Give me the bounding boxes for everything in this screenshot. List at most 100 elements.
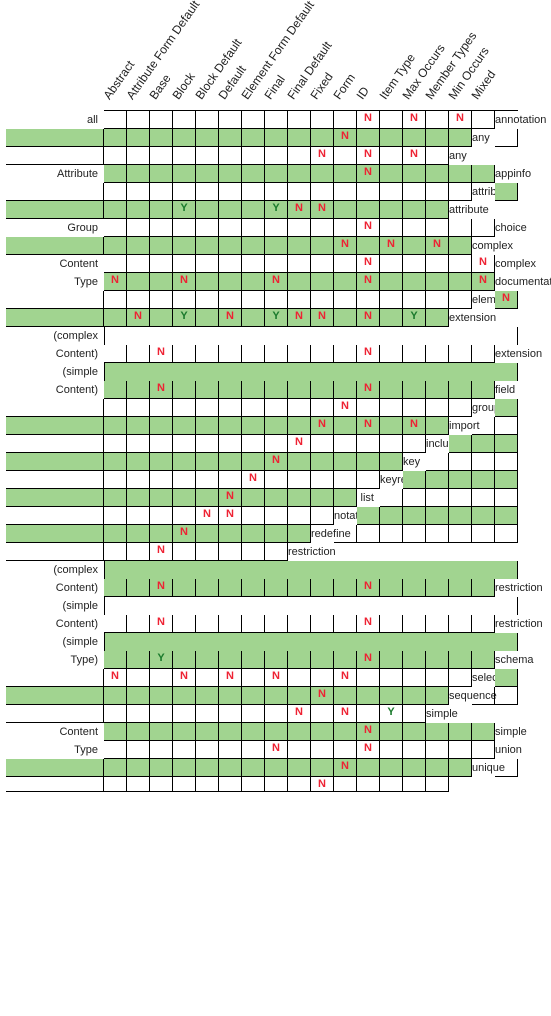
matrix-cell	[334, 381, 357, 399]
matrix-cell	[196, 435, 219, 453]
matrix-cell	[472, 651, 495, 669]
matrix-cell	[196, 525, 219, 543]
matrix-cell	[472, 381, 495, 399]
matrix-cell	[150, 525, 173, 543]
matrix-cell	[104, 705, 127, 723]
row-label: group	[472, 399, 495, 417]
matrix-cell: N	[219, 489, 242, 507]
matrix-cell	[242, 399, 265, 417]
matrix-cell	[6, 435, 104, 453]
matrix-cell	[472, 687, 495, 705]
matrix-cell	[288, 165, 311, 183]
matrix-cell: N	[311, 201, 334, 219]
matrix-cell	[173, 417, 196, 435]
matrix-cell	[219, 705, 242, 723]
matrix-cell	[127, 111, 150, 129]
matrix-cell	[288, 759, 311, 777]
matrix-cell	[242, 579, 265, 597]
matrix-cell	[380, 291, 403, 309]
matrix-cell	[196, 687, 219, 705]
matrix-cell	[6, 543, 104, 561]
matrix-cell	[357, 129, 380, 147]
row-label: restriction	[495, 615, 518, 633]
matrix-cell	[403, 615, 426, 633]
matrix-cell: N	[265, 453, 288, 471]
matrix-cell: Y	[265, 309, 288, 327]
matrix-cell	[242, 453, 265, 471]
matrix-cell	[104, 255, 127, 273]
matrix-cell	[449, 723, 472, 741]
matrix-cell	[150, 183, 173, 201]
matrix-cell: N	[311, 309, 334, 327]
matrix-cell	[6, 417, 104, 435]
row-label: choice	[495, 219, 518, 237]
matrix-cell	[104, 399, 127, 417]
matrix-cell	[196, 381, 219, 399]
row-label: (complex	[6, 561, 104, 579]
matrix-cell	[219, 201, 242, 219]
matrix-cell	[288, 381, 311, 399]
matrix-cell	[104, 651, 127, 669]
matrix-cell	[495, 687, 518, 705]
matrix-cell	[219, 453, 242, 471]
matrix-cell	[173, 651, 196, 669]
matrix-cell	[196, 489, 219, 507]
matrix-cell: N	[334, 237, 357, 255]
matrix-cell	[104, 147, 127, 165]
matrix-cell	[426, 273, 449, 291]
matrix-cell	[219, 525, 242, 543]
matrix-cell	[242, 237, 265, 255]
matrix-cell	[472, 507, 495, 525]
matrix-cell: N	[219, 669, 242, 687]
matrix-cell	[196, 777, 219, 792]
matrix-cell: N	[173, 525, 196, 543]
matrix-cell	[150, 759, 173, 777]
matrix-cell	[196, 723, 219, 741]
matrix-cell	[426, 147, 449, 165]
matrix-cell	[173, 705, 196, 723]
matrix-cell	[127, 453, 150, 471]
matrix-cell	[265, 417, 288, 435]
matrix-cell	[242, 651, 265, 669]
matrix-cell	[472, 417, 495, 435]
matrix-cell	[173, 381, 196, 399]
matrix-cell	[6, 201, 104, 219]
matrix-cell	[380, 147, 403, 165]
matrix-cell: Y	[150, 651, 173, 669]
matrix-cell	[472, 723, 495, 741]
matrix-cell	[403, 255, 426, 273]
matrix-cell	[357, 201, 380, 219]
matrix-cell	[472, 435, 495, 453]
row-label: complex	[472, 237, 495, 255]
matrix-cell	[6, 507, 104, 525]
matrix-cell	[403, 237, 426, 255]
row-label: Content)	[6, 615, 104, 633]
matrix-cell	[311, 345, 334, 363]
matrix-cell	[334, 219, 357, 237]
matrix-cell	[150, 165, 173, 183]
row-label: (simple	[6, 597, 104, 615]
matrix-cell	[334, 777, 357, 792]
matrix-cell	[219, 615, 242, 633]
matrix-cell	[104, 129, 127, 147]
matrix-cell	[288, 417, 311, 435]
matrix-cell	[265, 255, 288, 273]
matrix-cell	[380, 453, 403, 471]
matrix-cell: N	[357, 111, 380, 129]
matrix-cell	[150, 147, 173, 165]
matrix-cell	[196, 615, 219, 633]
matrix-cell	[219, 723, 242, 741]
matrix-cell	[196, 129, 219, 147]
matrix-cell	[426, 399, 449, 417]
matrix-cell	[426, 417, 449, 435]
matrix-cell	[403, 759, 426, 777]
matrix-cell	[288, 219, 311, 237]
matrix-cell	[104, 453, 127, 471]
matrix-cell: N	[311, 687, 334, 705]
matrix-cell	[219, 255, 242, 273]
matrix-cell	[495, 489, 518, 507]
matrix-cell: N	[357, 309, 380, 327]
matrix-cell	[426, 741, 449, 759]
matrix-cell	[288, 471, 311, 489]
matrix-cell	[265, 651, 288, 669]
